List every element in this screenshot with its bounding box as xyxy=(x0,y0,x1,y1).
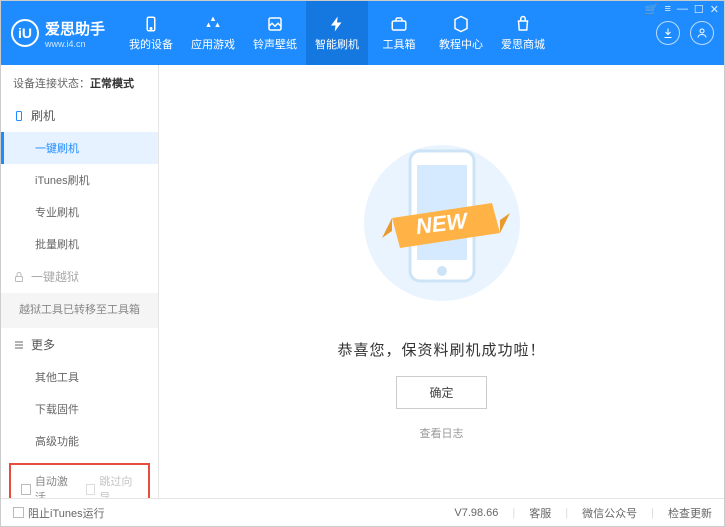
checkbox-auto-activate[interactable]: 自动激活 xyxy=(21,473,74,498)
download-button[interactable] xyxy=(656,21,680,45)
flash-icon xyxy=(328,15,346,33)
user-icon xyxy=(696,27,708,39)
nav-tools[interactable]: 工具箱 xyxy=(368,1,430,65)
lock-icon xyxy=(13,271,25,283)
list-icon xyxy=(13,339,25,351)
conn-prefix: 设备连接状态： xyxy=(13,78,90,90)
apps-icon xyxy=(204,15,222,33)
section-label: 刷机 xyxy=(31,107,55,124)
connection-status: 设备连接状态：正常模式 xyxy=(1,65,158,99)
chk-label: 阻止iTunes运行 xyxy=(28,505,105,521)
update-link[interactable]: 检查更新 xyxy=(668,505,712,521)
close-icon[interactable]: ✕ xyxy=(710,3,719,16)
section-more[interactable]: 更多 xyxy=(1,328,158,361)
nav-label: 铃声壁纸 xyxy=(253,36,297,52)
wechat-link[interactable]: 微信公众号 xyxy=(582,505,637,521)
sidebar-item-other[interactable]: 其他工具 xyxy=(1,361,158,393)
sidebar-item-oneclick[interactable]: 一键刷机 xyxy=(1,132,158,164)
section-flash[interactable]: 刷机 xyxy=(1,99,158,132)
success-message: 恭喜您，保资料刷机成功啦！ xyxy=(337,339,545,360)
sidebar-item-pro[interactable]: 专业刷机 xyxy=(1,196,158,228)
user-button[interactable] xyxy=(690,21,714,45)
app-name: 爱思助手 xyxy=(45,18,105,39)
nav-label: 智能刷机 xyxy=(315,36,359,52)
nav-label: 工具箱 xyxy=(383,36,416,52)
nav-device[interactable]: 我的设备 xyxy=(120,1,182,65)
logo-icon: iU xyxy=(11,19,39,47)
sidebar-item-itunes[interactable]: iTunes刷机 xyxy=(1,164,158,196)
jailbreak-note: 越狱工具已转移至工具箱 xyxy=(1,293,158,328)
nav-apps[interactable]: 应用游戏 xyxy=(182,1,244,65)
app-url: www.i4.cn xyxy=(45,39,105,49)
media-icon xyxy=(266,15,284,33)
nav-label: 我的设备 xyxy=(129,36,173,52)
nav-label: 教程中心 xyxy=(439,36,483,52)
service-link[interactable]: 客服 xyxy=(529,505,551,521)
chk-label: 跳过向导 xyxy=(99,473,138,498)
checkbox-skip-guide[interactable]: 跳过向导 xyxy=(86,473,139,498)
device-icon xyxy=(142,15,160,33)
success-illustration: NEW xyxy=(362,123,522,323)
section-jailbreak[interactable]: 一键越狱 xyxy=(1,260,158,293)
help-icon xyxy=(452,15,470,33)
cart-icon[interactable]: 🛒 xyxy=(645,3,659,16)
footer-bar: 阻止iTunes运行 V7.98.66 | 客服 | 微信公众号 | 检查更新 xyxy=(1,498,724,526)
options-row: 自动激活 跳过向导 xyxy=(9,463,150,498)
sidebar-item-advanced[interactable]: 高级功能 xyxy=(1,425,158,457)
nav-flash[interactable]: 智能刷机 xyxy=(306,1,368,65)
sidebar-item-firmware[interactable]: 下载固件 xyxy=(1,393,158,425)
main-panel: NEW 恭喜您，保资料刷机成功啦！ 确定 查看日志 xyxy=(159,65,724,498)
maximize-icon[interactable]: ☐ xyxy=(694,3,704,16)
tools-icon xyxy=(390,15,408,33)
conn-value: 正常模式 xyxy=(90,78,134,90)
shop-icon xyxy=(514,15,532,33)
version-label: V7.98.66 xyxy=(454,507,498,519)
ok-button[interactable]: 确定 xyxy=(396,376,486,409)
minimize-icon[interactable]: — xyxy=(677,3,688,16)
section-label: 一键越狱 xyxy=(31,268,79,285)
chk-label: 自动激活 xyxy=(35,473,74,498)
sidebar: 设备连接状态：正常模式 刷机 一键刷机 iTunes刷机 专业刷机 批量刷机 一… xyxy=(1,65,159,498)
section-label: 更多 xyxy=(31,336,55,353)
sidebar-item-batch[interactable]: 批量刷机 xyxy=(1,228,158,260)
phone-icon xyxy=(13,110,25,122)
view-log-link[interactable]: 查看日志 xyxy=(420,425,464,441)
top-nav: 我的设备 应用游戏 铃声壁纸 智能刷机 工具箱 教程中心 爱思商城 xyxy=(120,1,554,65)
nav-label: 爱思商城 xyxy=(501,36,545,52)
checkbox-block-itunes[interactable]: 阻止iTunes运行 xyxy=(13,505,105,521)
download-icon xyxy=(662,27,674,39)
nav-media[interactable]: 铃声壁纸 xyxy=(244,1,306,65)
nav-help[interactable]: 教程中心 xyxy=(430,1,492,65)
header-bar: iU 爱思助手 www.i4.cn 我的设备 应用游戏 铃声壁纸 智能刷机 工具… xyxy=(1,1,724,65)
logo: iU 爱思助手 www.i4.cn xyxy=(11,18,105,49)
nav-label: 应用游戏 xyxy=(191,36,235,52)
menu-icon[interactable]: ≡ xyxy=(664,3,670,16)
nav-shop[interactable]: 爱思商城 xyxy=(492,1,554,65)
